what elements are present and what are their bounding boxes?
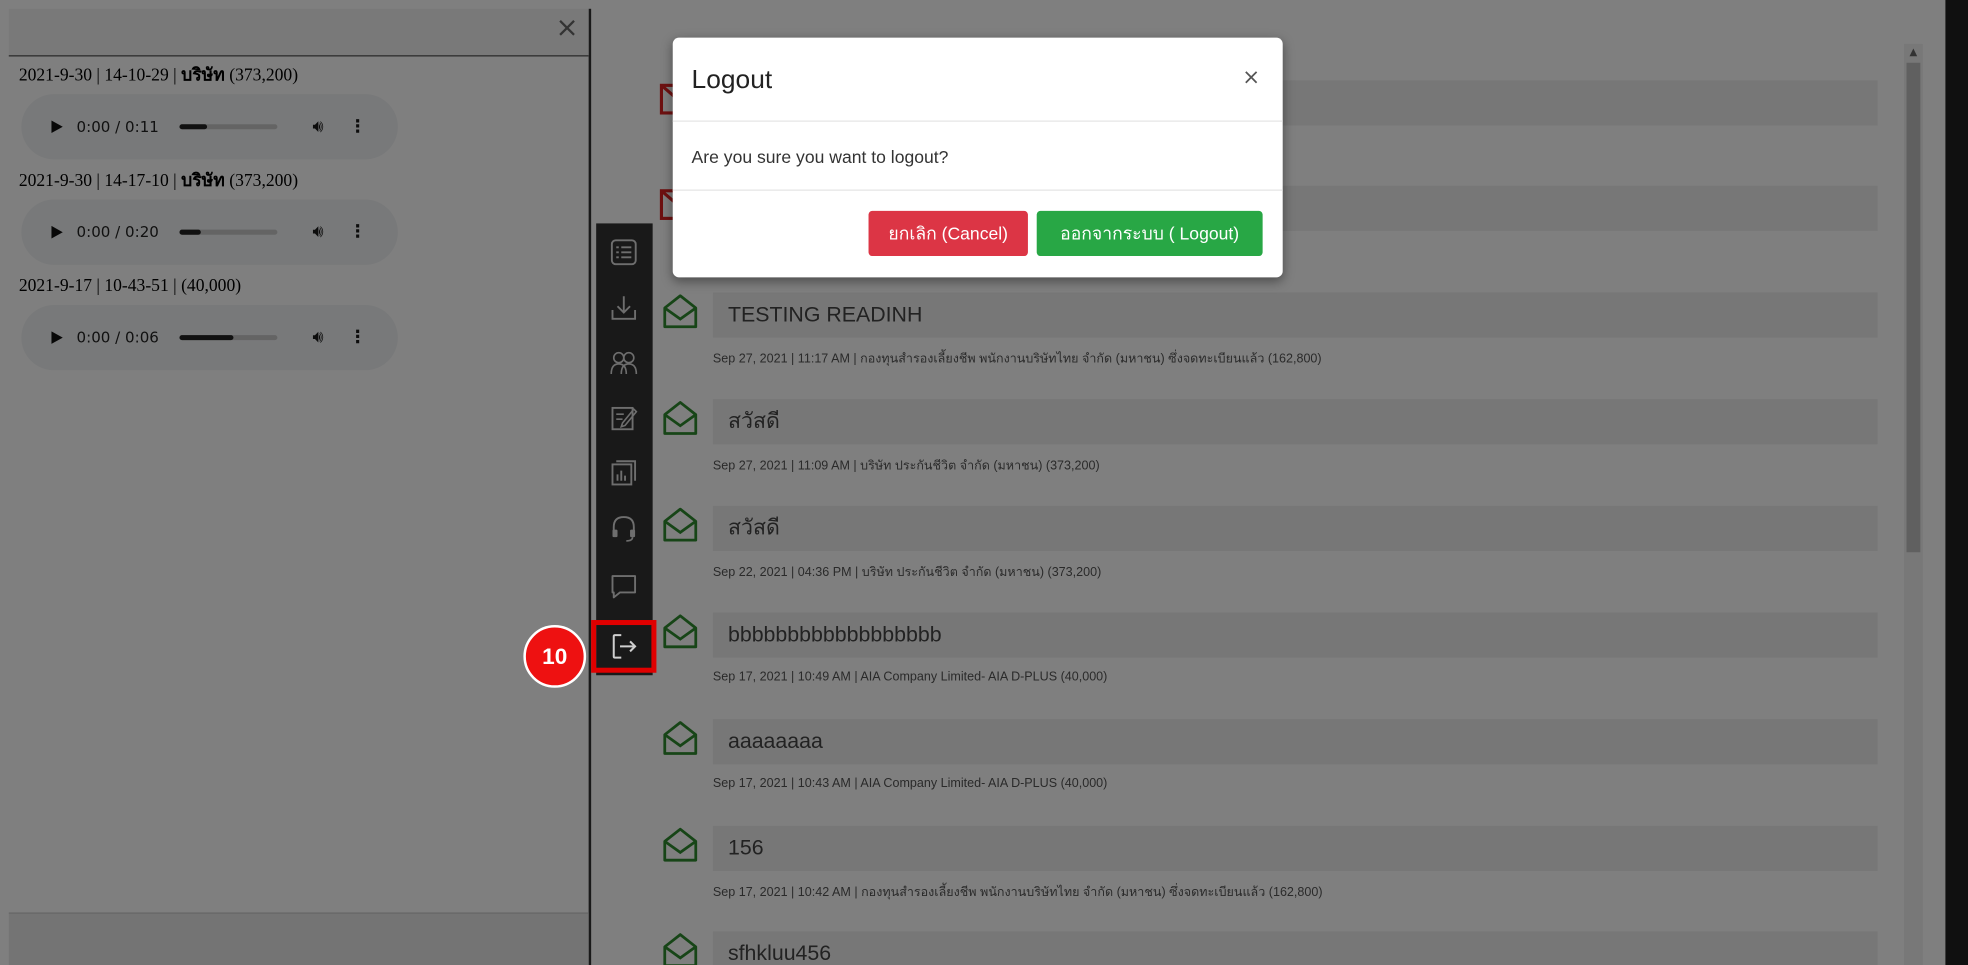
screen: × 2021-9-30 | 14-10-29 | บริษัท (373,200…	[0, 0, 1968, 965]
cancel-button[interactable]: ยกเลิก (Cancel)	[868, 210, 1028, 257]
annotation-highlight-box	[591, 620, 657, 673]
close-icon[interactable]: ×	[1242, 65, 1260, 90]
step-number-badge: 10	[523, 625, 587, 688]
modal-title: Logout	[691, 65, 773, 95]
modal-message: Are you sure you want to logout?	[691, 146, 949, 167]
modal-header: Logout ×	[672, 38, 1283, 122]
modal-footer: ยกเลิก (Cancel) ออกจากระบบ ( Logout)	[673, 191, 1283, 276]
logout-modal: Logout × Are you sure you want to logout…	[672, 37, 1283, 278]
modal-body: Are you sure you want to logout?	[672, 122, 1283, 191]
logout-button[interactable]: ออกจากระบบ ( Logout)	[1036, 210, 1263, 257]
